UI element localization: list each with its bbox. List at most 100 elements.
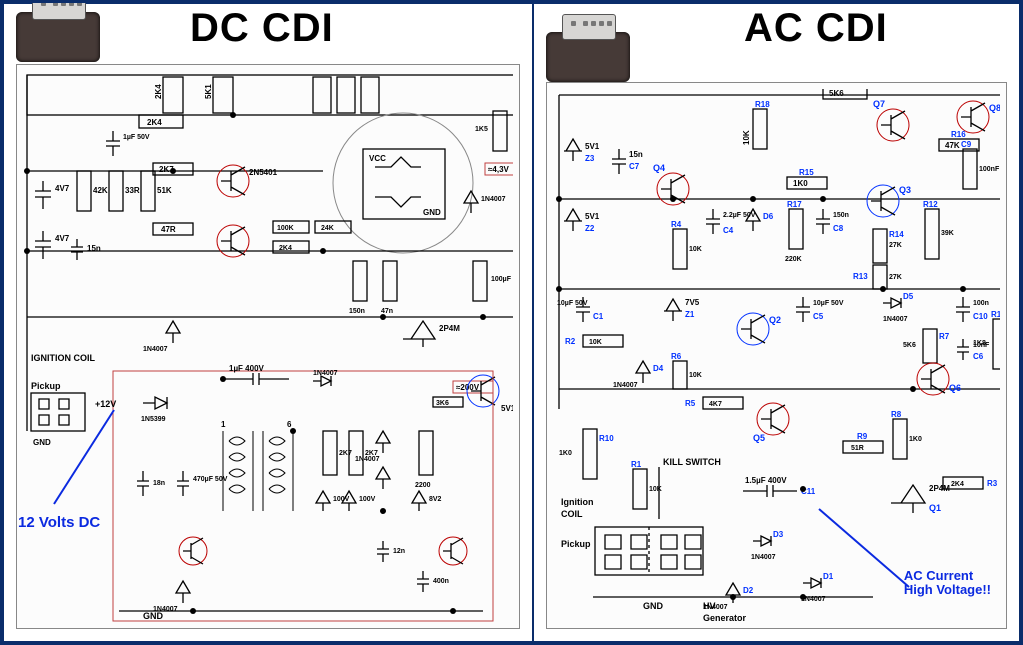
svg-text:5K1: 5K1 xyxy=(204,84,213,99)
svg-text:C7: C7 xyxy=(629,162,640,171)
svg-text:R16: R16 xyxy=(951,130,966,139)
svg-text:100V: 100V xyxy=(333,496,350,503)
svg-text:2K4: 2K4 xyxy=(951,481,964,488)
dc-input-note: 12 Volts DC xyxy=(18,514,100,531)
svg-text:15n: 15n xyxy=(629,150,643,159)
svg-text:47R: 47R xyxy=(161,225,176,234)
svg-text:1N4007: 1N4007 xyxy=(883,316,908,323)
svg-text:KILL SWITCH: KILL SWITCH xyxy=(663,457,721,467)
svg-text:Q7: Q7 xyxy=(873,99,885,109)
svg-text:10K: 10K xyxy=(689,246,702,253)
svg-text:1µF 400V: 1µF 400V xyxy=(229,364,265,373)
svg-text:GND: GND xyxy=(143,611,164,621)
svg-text:5V1: 5V1 xyxy=(501,404,513,413)
svg-text:Q2: Q2 xyxy=(769,315,781,325)
svg-text:100K: 100K xyxy=(277,225,294,232)
svg-text:1N4007: 1N4007 xyxy=(143,346,168,353)
svg-text:100V: 100V xyxy=(359,496,376,503)
svg-text:42K: 42K xyxy=(93,186,108,195)
dc-cdi-panel: DC CDI VCC GND 2K4 5K1 xyxy=(3,3,533,642)
svg-text:R3: R3 xyxy=(987,479,998,488)
svg-text:18n: 18n xyxy=(153,480,165,487)
svg-text:R10: R10 xyxy=(599,434,614,443)
svg-text:C10: C10 xyxy=(973,312,988,321)
svg-text:Q3: Q3 xyxy=(899,185,911,195)
svg-text:Q8: Q8 xyxy=(989,103,1000,113)
svg-text:150n: 150n xyxy=(349,308,365,315)
svg-text:2K4: 2K4 xyxy=(279,245,292,252)
svg-text:R5: R5 xyxy=(685,399,696,408)
svg-text:1N4007: 1N4007 xyxy=(355,456,380,463)
svg-text:10K: 10K xyxy=(742,130,751,145)
svg-text:Ignition: Ignition xyxy=(561,497,594,507)
svg-text:10K: 10K xyxy=(649,486,662,493)
svg-text:2N5401: 2N5401 xyxy=(249,168,278,177)
svg-text:Z3: Z3 xyxy=(585,154,595,163)
dc-note-arrow xyxy=(34,404,144,524)
svg-text:39K: 39K xyxy=(941,230,954,237)
svg-text:10K: 10K xyxy=(589,339,602,346)
svg-text:2K4: 2K4 xyxy=(147,118,162,127)
svg-text:R7: R7 xyxy=(939,332,950,341)
svg-text:R17: R17 xyxy=(787,200,802,209)
dc-schematic: VCC GND 2K4 5K1 2K4 4V7 xyxy=(16,64,520,629)
svg-text:150n: 150n xyxy=(833,212,849,219)
svg-text:C4: C4 xyxy=(723,226,734,235)
svg-text:Pickup: Pickup xyxy=(561,539,591,549)
svg-text:8V2: 8V2 xyxy=(429,496,442,503)
svg-text:470µF 50V: 470µF 50V xyxy=(193,476,228,483)
svg-text:COIL: COIL xyxy=(561,509,583,519)
svg-text:51R: 51R xyxy=(851,445,864,452)
svg-text:47n: 47n xyxy=(381,308,393,315)
svg-text:Z2: Z2 xyxy=(585,224,595,233)
svg-text:R2: R2 xyxy=(565,337,576,346)
ac-connector-photo xyxy=(546,32,630,82)
svg-text:R4: R4 xyxy=(671,220,682,229)
svg-text:1K0: 1K0 xyxy=(793,179,808,188)
svg-text:D3: D3 xyxy=(773,530,784,539)
svg-text:R14: R14 xyxy=(889,230,904,239)
svg-text:4K7: 4K7 xyxy=(709,401,722,408)
ic-vcc: VCC xyxy=(369,154,386,163)
svg-text:1N4007: 1N4007 xyxy=(751,554,776,561)
svg-text:Q5: Q5 xyxy=(753,433,765,443)
ac-input-note: AC Current High Voltage!! xyxy=(904,569,991,597)
svg-text:≈4,3V: ≈4,3V xyxy=(488,165,510,174)
svg-text:12n: 12n xyxy=(393,548,405,555)
svg-text:1µF 50V: 1µF 50V xyxy=(123,134,150,141)
svg-text:400n: 400n xyxy=(433,578,449,585)
svg-text:1K5: 1K5 xyxy=(475,126,488,133)
svg-text:4V7: 4V7 xyxy=(55,234,70,243)
svg-text:1N4007: 1N4007 xyxy=(313,370,338,377)
svg-text:D5: D5 xyxy=(903,292,914,301)
svg-text:C1: C1 xyxy=(593,312,604,321)
svg-text:D4: D4 xyxy=(653,364,664,373)
svg-text:5V1: 5V1 xyxy=(585,212,600,221)
svg-text:GND: GND xyxy=(643,601,664,611)
svg-text:24K: 24K xyxy=(321,225,334,232)
svg-text:1N5399: 1N5399 xyxy=(141,416,166,423)
svg-text:100n: 100n xyxy=(973,300,989,307)
schematic-figure: DC CDI VCC GND 2K4 5K1 xyxy=(0,0,1023,645)
svg-text:D6: D6 xyxy=(763,212,774,221)
svg-text:3K6: 3K6 xyxy=(436,400,449,407)
svg-text:5V1: 5V1 xyxy=(585,142,600,151)
svg-text:R13: R13 xyxy=(853,272,868,281)
svg-text:R12: R12 xyxy=(923,200,938,209)
svg-text:27K: 27K xyxy=(889,274,902,281)
dc-title: DC CDI xyxy=(190,6,334,51)
svg-text:4V7: 4V7 xyxy=(55,184,70,193)
ac-title: AC CDI xyxy=(744,6,888,51)
svg-text:C9: C9 xyxy=(961,140,972,149)
svg-text:10K: 10K xyxy=(689,372,702,379)
svg-text:220K: 220K xyxy=(785,256,802,263)
dc-ig-lbl: IGNITION COIL xyxy=(31,353,96,363)
svg-text:1N4007: 1N4007 xyxy=(481,196,506,203)
svg-text:2K4: 2K4 xyxy=(154,84,163,99)
svg-text:R19: R19 xyxy=(991,310,1000,319)
svg-text:47K: 47K xyxy=(945,141,960,150)
svg-text:Generator: Generator xyxy=(703,613,747,622)
svg-text:HV: HV xyxy=(703,601,716,611)
ic-gnd: GND xyxy=(423,208,441,217)
svg-text:1K0: 1K0 xyxy=(909,436,922,443)
